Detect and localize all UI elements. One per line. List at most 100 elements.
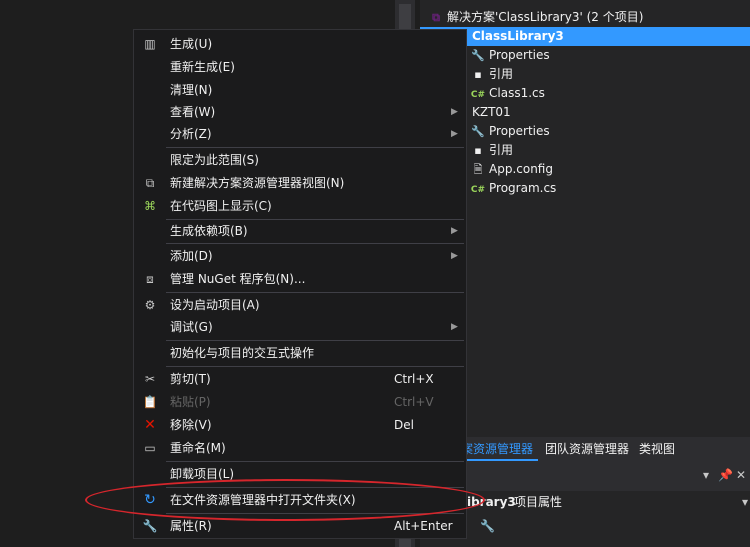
menu-item-scope-to-this[interactable]: 限定为此范围(S) xyxy=(134,149,466,171)
menu-item-shortcut: Ctrl+V xyxy=(394,395,434,409)
tab-class-view[interactable]: 类视图 xyxy=(634,437,680,461)
menu-item-label: 生成依赖项(B) xyxy=(170,224,248,238)
tree-item-label: Properties xyxy=(489,124,550,138)
submenu-arrow-icon: ▶ xyxy=(451,107,458,117)
tree-item-label: 引用 xyxy=(489,143,514,157)
tree-item-label: Class1.cs xyxy=(489,86,545,100)
code-map-icon: ⌘ xyxy=(144,199,156,213)
tree-item-properties-2[interactable]: 🔧 Properties xyxy=(470,122,550,141)
menu-item-analyze[interactable]: 分析(Z) ▶ xyxy=(134,123,466,145)
tree-item-kzt01[interactable]: KZT01 xyxy=(472,103,511,122)
pin-icon[interactable]: 📌 xyxy=(718,468,733,482)
menu-item-shortcut: Del xyxy=(394,418,414,432)
menu-item-label: 查看(W) xyxy=(170,105,216,119)
tree-item-label: App.config xyxy=(489,162,553,176)
menu-item-unload-project[interactable]: 卸载项目(L) xyxy=(134,463,466,485)
menu-item-manage-nuget[interactable]: ⧈ 管理 NuGet 程序包(N)... xyxy=(134,268,466,290)
menu-item-rebuild[interactable]: 重新生成(E) xyxy=(134,56,466,78)
menu-item-label: 清理(N) xyxy=(170,83,213,97)
menu-item-shortcut: Alt+Enter xyxy=(394,519,453,533)
menu-item-label: 粘贴(P) xyxy=(170,395,211,409)
solution-icon: ⧉ xyxy=(432,11,440,24)
references-icon: ▪ xyxy=(474,68,482,81)
menu-item-label: 初始化与项目的交互式操作 xyxy=(170,346,315,360)
menu-item-open-in-file-explorer[interactable]: ↻ 在文件资源管理器中打开文件夹(X) xyxy=(134,489,466,511)
menu-item-clean[interactable]: 清理(N) xyxy=(134,79,466,101)
explorer-tabs: 解决方案资源管理器 团队资源管理器 类视图 xyxy=(420,437,750,461)
properties-toolbar: 🔧 xyxy=(420,513,750,547)
wrench-icon[interactable]: 🔧 xyxy=(480,519,495,533)
menu-item-remove[interactable]: ✕ 移除(V) Del xyxy=(134,414,466,436)
menu-item-label: 分析(Z) xyxy=(170,127,212,141)
tree-item-app-config[interactable]: 🗎 App.config xyxy=(470,160,553,179)
csharp-file-icon: C# xyxy=(470,185,486,195)
menu-item-label: 卸载项目(L) xyxy=(170,467,235,481)
submenu-arrow-icon: ▶ xyxy=(451,251,458,261)
menu-item-add[interactable]: 添加(D) ▶ xyxy=(134,245,466,267)
properties-title: ClassLibrary3 项目属性 ▾ xyxy=(420,491,750,513)
menu-item-debug[interactable]: 调试(G) ▶ xyxy=(134,316,466,338)
paste-icon: 📋 xyxy=(142,395,158,409)
submenu-arrow-icon: ▶ xyxy=(451,322,458,332)
scissors-icon: ✂ xyxy=(144,372,156,386)
menu-item-properties[interactable]: 🔧 属性(R) Alt+Enter xyxy=(134,515,466,537)
tree-item-label: 引用 xyxy=(489,67,514,81)
menu-item-label: 剪切(T) xyxy=(170,372,211,386)
tree-item-class1[interactable]: C# Class1.cs xyxy=(470,84,545,103)
menu-item-label: 属性(R) xyxy=(170,519,212,533)
wrench-icon: 🔧 xyxy=(471,49,485,62)
tab-team-explorer[interactable]: 团队资源管理器 xyxy=(540,437,634,461)
menu-item-label: 限定为此范围(S) xyxy=(170,153,259,167)
properties-dropdown-icon[interactable]: ▾ xyxy=(742,491,748,513)
rename-icon: ▭ xyxy=(144,441,156,455)
menu-item-cut[interactable]: ✂ 剪切(T) Ctrl+X xyxy=(134,368,466,390)
menu-item-label: 移除(V) xyxy=(170,418,212,432)
menu-item-paste[interactable]: 📋 粘贴(P) Ctrl+V xyxy=(134,391,466,413)
menu-item-new-explorer-view[interactable]: ⧉ 新建解决方案资源管理器视图(N) xyxy=(134,172,466,194)
menu-item-label: 调试(G) xyxy=(170,320,213,334)
tree-item-label: ClassLibrary3 xyxy=(472,29,564,43)
menu-separator xyxy=(166,366,464,367)
build-icon: ▥ xyxy=(144,37,156,51)
context-menu: ▥ 生成(U) 重新生成(E) 清理(N) 查看(W) ▶ 分析(Z) ▶ 限定… xyxy=(133,29,467,539)
menu-separator xyxy=(166,513,464,514)
submenu-arrow-icon: ▶ xyxy=(451,129,458,139)
open-folder-arrow-icon: ↻ xyxy=(144,492,156,508)
solution-node[interactable]: ⧉ 解决方案'ClassLibrary3' (2 个项目) xyxy=(428,8,643,27)
references-icon: ▪ xyxy=(474,144,482,157)
tree-item-label: KZT01 xyxy=(472,105,511,119)
tree-item-classlibrary3[interactable]: ClassLibrary3 xyxy=(420,27,750,46)
close-icon[interactable]: ✕ xyxy=(736,468,746,482)
properties-title-suffix: 项目属性 xyxy=(514,495,563,509)
tree-item-program-cs[interactable]: C# Program.cs xyxy=(470,179,556,198)
solution-label: 解决方案'ClassLibrary3' (2 个项目) xyxy=(447,10,644,24)
menu-item-shortcut: Ctrl+X xyxy=(394,372,434,386)
menu-item-build[interactable]: ▥ 生成(U) xyxy=(134,33,466,55)
menu-separator xyxy=(166,340,464,341)
menu-item-label: 重新生成(E) xyxy=(170,60,235,74)
new-view-icon: ⧉ xyxy=(145,176,155,190)
menu-item-label: 新建解决方案资源管理器视图(N) xyxy=(170,176,345,190)
wrench-icon: 🔧 xyxy=(471,125,485,138)
remove-x-icon: ✕ xyxy=(144,417,156,433)
tree-item-references[interactable]: ▪ 引用 xyxy=(470,65,513,84)
nuget-icon: ⧈ xyxy=(146,272,154,286)
menu-separator xyxy=(166,292,464,293)
tree-item-label: Program.cs xyxy=(489,181,557,195)
tree-item-properties[interactable]: 🔧 Properties xyxy=(470,46,550,65)
tree-item-references-2[interactable]: ▪ 引用 xyxy=(470,141,513,160)
menu-item-build-dependencies[interactable]: 生成依赖项(B) ▶ xyxy=(134,220,466,242)
menu-item-label: 添加(D) xyxy=(170,249,213,263)
menu-item-show-on-code-map[interactable]: ⌘ 在代码图上显示(C) xyxy=(134,195,466,217)
menu-item-interactive-init[interactable]: 初始化与项目的交互式操作 xyxy=(134,342,466,364)
menu-item-rename[interactable]: ▭ 重命名(M) xyxy=(134,437,466,459)
properties-header-bar: ▾ 📌 ✕ xyxy=(420,461,750,491)
menu-separator xyxy=(166,487,464,488)
menu-item-label: 生成(U) xyxy=(170,37,213,51)
menu-item-view[interactable]: 查看(W) ▶ xyxy=(134,101,466,123)
menu-item-label: 设为启动项目(A) xyxy=(170,298,260,312)
menu-item-set-startup[interactable]: ⚙ 设为启动项目(A) xyxy=(134,294,466,316)
menu-separator xyxy=(166,147,464,148)
dropdown-arrow-icon[interactable]: ▾ xyxy=(703,468,709,482)
menu-item-label: 管理 NuGet 程序包(N)... xyxy=(170,272,306,286)
